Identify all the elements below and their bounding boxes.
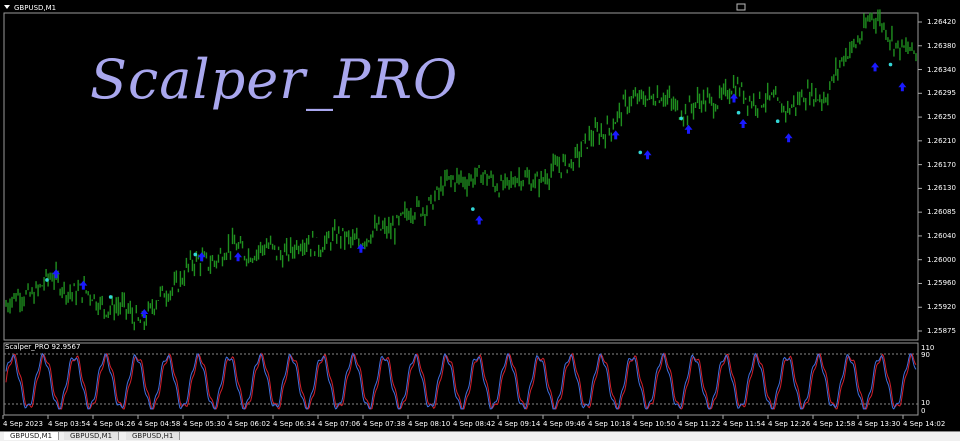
time-tick-label: 4 Sep 09:46 <box>543 420 586 428</box>
time-tick-label: 4 Sep 13:30 <box>858 420 901 428</box>
time-tick-label: 4 Sep 04:26 <box>93 420 136 428</box>
time-tick-label: 4 Sep 06:34 <box>273 420 316 428</box>
signal-arrow <box>475 215 484 225</box>
time-tick-label: 4 Sep 04:58 <box>138 420 181 428</box>
time-tick-label: 4 Sep 07:06 <box>318 420 361 428</box>
signal-dot <box>736 110 741 115</box>
signal-dot <box>888 62 893 67</box>
signal-dot <box>45 278 49 282</box>
time-tick-label: 4 Sep 12:58 <box>813 420 856 428</box>
time-tick-label: 4 Sep 12:26 <box>768 420 811 428</box>
brand-watermark: Scalper_PRO <box>90 48 459 111</box>
osc-level-label: 90 <box>921 351 930 359</box>
time-tick-label: 4 Sep 06:02 <box>228 420 271 428</box>
time-tick-label: 4 Sep 14:02 <box>903 420 946 428</box>
tab-gbpusd-m1[interactable]: GBPUSD,M1 <box>4 432 60 440</box>
price-tick-label: 1.26295 <box>927 89 956 98</box>
signal-arrow <box>79 280 88 290</box>
restore-window-icon[interactable] <box>736 3 746 11</box>
time-tick-label: 4 Sep 08:42 <box>453 420 496 428</box>
signal-dot <box>775 119 780 124</box>
oscillator-title: Scalper_PRO 92.9567 <box>5 343 81 351</box>
price-tick-label: 1.26130 <box>927 184 956 193</box>
osc-level-label: 10 <box>921 399 930 407</box>
chart-window[interactable]: GBPUSD,M1 Scalper_PRO 1.26420 1.26380 1.26… <box>0 0 960 441</box>
price-tick-label: 1.26380 <box>927 41 956 50</box>
time-tick-label: 4 Sep 07:38 <box>363 420 406 428</box>
signal-arrow <box>684 124 693 134</box>
time-tick-label: 4 Sep 11:54 <box>723 420 766 428</box>
tab-gbpusd-m1-2[interactable]: GBPUSD,M1 <box>64 432 120 440</box>
price-tick-label: 1.25920 <box>927 303 956 312</box>
signal-arrow <box>730 93 738 103</box>
signal-dot <box>638 150 643 155</box>
price-tick-label: 1.26085 <box>927 208 956 217</box>
signal-arrow <box>871 62 880 72</box>
signal-dot <box>471 207 475 211</box>
price-tick-label: 1.26420 <box>927 18 956 26</box>
chart-symbol-title: GBPUSD,M1 <box>14 4 57 12</box>
price-tick-label: 1.26000 <box>927 255 956 264</box>
tab-gbpusd-h1[interactable]: GBPUSD,H1 <box>126 432 181 440</box>
time-tick-label: 4 Sep 11:22 <box>678 420 721 428</box>
price-tick-label: 1.25960 <box>927 279 956 288</box>
signal-arrow <box>739 119 748 129</box>
symbol-menu-icon[interactable] <box>4 5 10 9</box>
time-tick-label: 4 Sep 2023 <box>3 420 43 428</box>
price-tick-label: 1.26040 <box>927 231 956 240</box>
time-tick-label: 4 Sep 03:54 <box>48 420 91 428</box>
time-tick-label: 4 Sep 05:30 <box>183 420 226 428</box>
price-tick-label: 1.26170 <box>927 160 956 169</box>
price-tick-label: 1.26340 <box>927 65 956 74</box>
signal-arrow <box>784 133 793 143</box>
time-tick-label: 4 Sep 10:18 <box>588 420 631 428</box>
signal-arrow <box>234 252 243 262</box>
signal-arrow <box>643 150 652 160</box>
time-tick-label: 4 Sep 09:14 <box>498 420 541 428</box>
time-tick-label: 4 Sep 08:10 <box>408 420 451 428</box>
signal-arrow <box>140 308 149 318</box>
signal-arrow <box>52 269 61 279</box>
time-tick-label: 4 Sep 10:50 <box>633 420 676 428</box>
price-tick-label: 1.26250 <box>927 113 956 122</box>
signal-dot <box>108 295 113 299</box>
oscillator-blue-line <box>5 352 917 410</box>
signal-dot <box>679 116 684 121</box>
signal-dot <box>193 252 198 257</box>
price-tick-label: 1.26210 <box>927 136 956 145</box>
oscillator-lines <box>5 352 917 410</box>
osc-level-label: 0 <box>921 407 926 415</box>
price-tick-label: 1.25875 <box>927 327 956 335</box>
signal-arrow <box>898 82 907 92</box>
signal-arrow <box>611 130 620 140</box>
